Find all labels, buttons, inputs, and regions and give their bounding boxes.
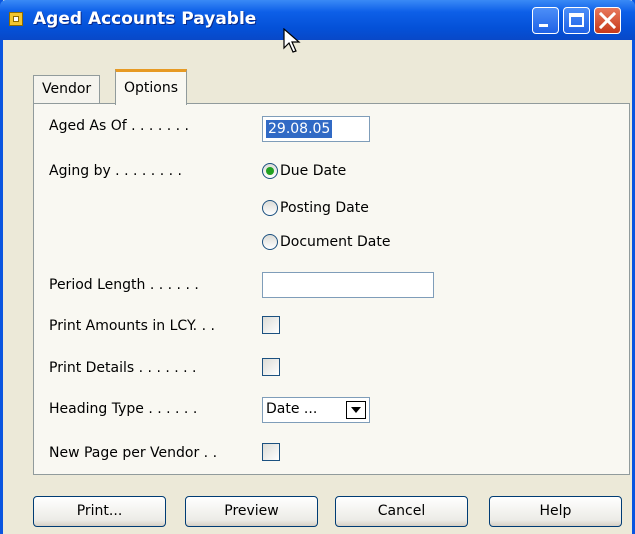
print-details-checkbox[interactable]: [262, 358, 280, 376]
heading-type-label: Heading Type . . . . . .: [49, 401, 198, 417]
tab-vendor[interactable]: Vendor: [33, 75, 101, 104]
radio-due-date[interactable]: Due Date: [262, 163, 346, 185]
options-panel: Aged As Of . . . . . . . 29.08.05 Aging …: [33, 103, 630, 475]
cancel-button[interactable]: Cancel: [335, 496, 468, 527]
new-page-per-vendor-checkbox[interactable]: [262, 443, 280, 461]
minimize-button[interactable]: [532, 7, 559, 34]
heading-type-select[interactable]: Date ...: [262, 397, 370, 423]
dialog-window: Aged Accounts Payable Vendor Options Age…: [0, 0, 635, 534]
radio-document-date[interactable]: Document Date: [262, 234, 390, 256]
mouse-cursor-icon: [283, 28, 301, 53]
close-button[interactable]: [594, 7, 621, 34]
print-details-label: Print Details . . . . . . .: [49, 360, 197, 376]
period-length-input[interactable]: [262, 272, 434, 298]
radio-button-selected[interactable]: [262, 163, 278, 179]
maximize-button[interactable]: [563, 7, 590, 34]
radio-button[interactable]: [262, 234, 278, 250]
preview-button[interactable]: Preview: [185, 496, 318, 527]
period-length-label: Period Length . . . . . .: [49, 277, 199, 293]
aging-by-label: Aging by . . . . . . . .: [49, 163, 182, 179]
tab-options[interactable]: Options: [115, 69, 188, 105]
aged-as-of-input[interactable]: 29.08.05: [262, 116, 370, 142]
print-button[interactable]: Print...: [33, 496, 166, 527]
print-amounts-lcy-checkbox[interactable]: [262, 316, 280, 334]
new-page-per-vendor-label: New Page per Vendor . .: [49, 445, 218, 461]
window-title: Aged Accounts Payable: [33, 9, 257, 29]
chevron-down-icon[interactable]: [346, 401, 366, 419]
radio-posting-date[interactable]: Posting Date: [262, 200, 369, 222]
app-icon: [9, 12, 23, 26]
radio-button[interactable]: [262, 200, 278, 216]
heading-type-value: Date ...: [266, 401, 318, 417]
aged-as-of-label: Aged As Of . . . . . . .: [49, 118, 189, 134]
minimize-icon: [539, 24, 548, 27]
maximize-icon: [569, 13, 584, 27]
title-bar[interactable]: Aged Accounts Payable: [0, 0, 635, 53]
close-icon: [598, 11, 617, 30]
aged-as-of-value: 29.08.05: [266, 120, 333, 138]
help-button[interactable]: Help: [489, 496, 622, 527]
print-amounts-lcy-label: Print Amounts in LCY. . .: [49, 318, 215, 334]
